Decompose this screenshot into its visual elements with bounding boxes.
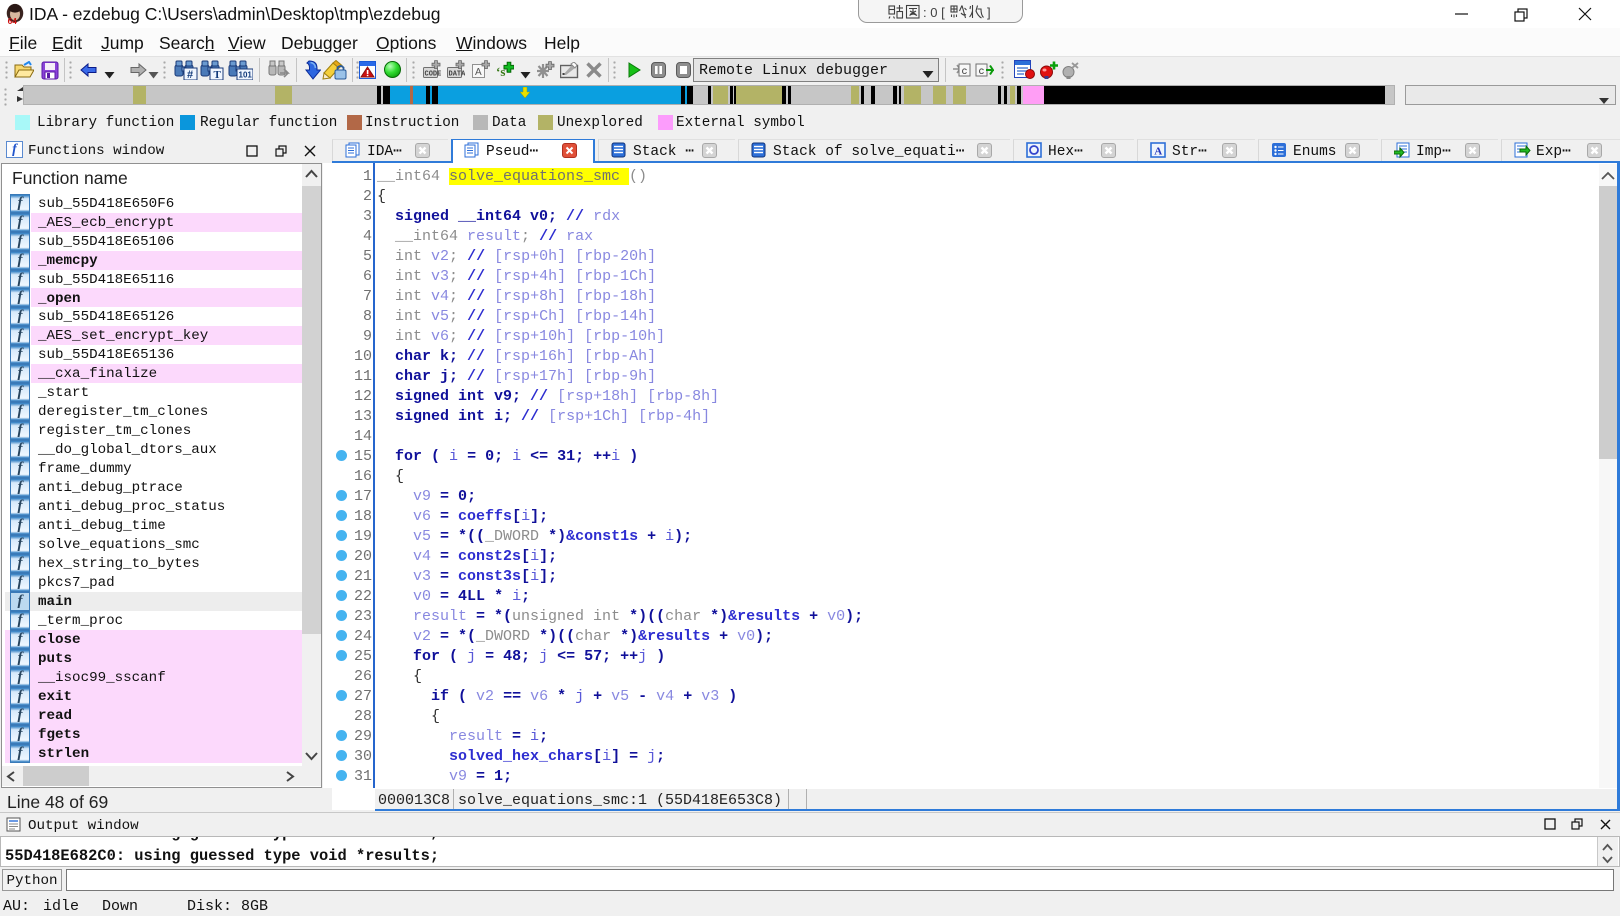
svg-text:CODE: CODE [425,71,442,79]
svg-text:c: c [979,67,985,78]
svg-text:T: T [214,69,222,80]
svg-text:c: c [962,67,968,78]
svg-text:64: 64 [8,17,18,26]
svg-text:101: 101 [239,71,253,80]
svg-text:A: A [475,67,482,78]
svg-text:DATA: DATA [449,71,466,79]
svg-text:]: ] [987,5,991,20]
svg-text:: 0 [: : 0 [ [923,5,945,20]
svg-text:#: # [187,69,193,80]
svg-text:A: A [1154,146,1162,158]
